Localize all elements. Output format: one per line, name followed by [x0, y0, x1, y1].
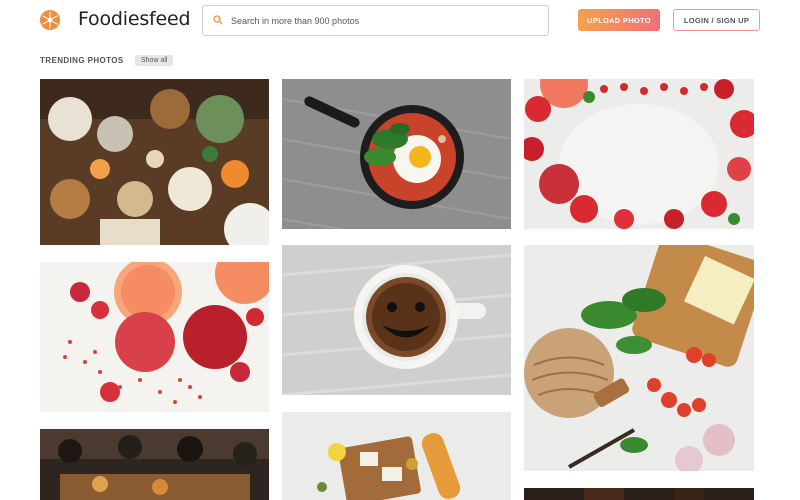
photo-red-fruits-frame[interactable] [524, 79, 754, 229]
egg-pan-image [282, 79, 511, 229]
dark-food-image [524, 488, 754, 500]
search-icon [213, 15, 223, 25]
cheese-board-image [282, 412, 511, 500]
search-bar[interactable] [202, 5, 549, 36]
people-serving-image [40, 429, 269, 500]
coffee-cup-image [282, 245, 511, 395]
bread-vegetables-image [524, 245, 754, 471]
photo-apples-grapefruit[interactable] [40, 262, 269, 412]
photo-egg-pan[interactable] [282, 79, 511, 229]
show-all-button[interactable]: Show all [135, 55, 174, 66]
photo-cheese-board[interactable] [282, 412, 511, 500]
photo-dinner-table[interactable] [40, 79, 269, 245]
search-input[interactable] [231, 12, 531, 30]
photo-people-serving[interactable] [40, 429, 269, 500]
login-signup-button[interactable]: LOGIN / SIGN UP [673, 9, 760, 31]
photo-dark-food[interactable] [524, 488, 754, 500]
foodiesfeed-logo-icon[interactable] [40, 10, 60, 30]
photo-coffee-cup[interactable] [282, 245, 511, 395]
red-fruits-frame-image [524, 79, 754, 229]
trending-photos-heading: TRENDING PHOTOS [40, 56, 124, 65]
apples-grapefruit-image [40, 262, 269, 412]
upload-photo-button[interactable]: UPLOAD PHOTO [578, 9, 660, 31]
brand-name[interactable]: Foodiesfeed [78, 8, 191, 30]
dinner-table-image [40, 79, 269, 245]
photo-bread-vegetables[interactable] [524, 245, 754, 471]
